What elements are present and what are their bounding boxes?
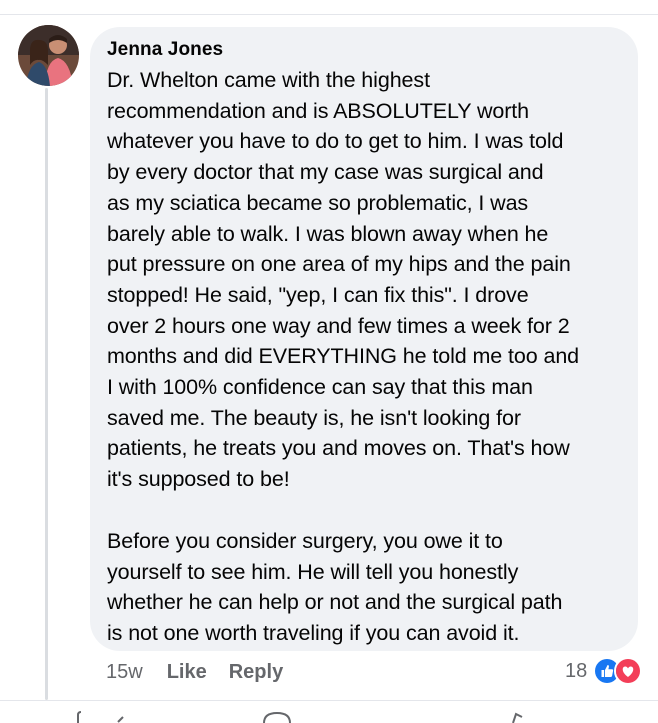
- timestamp[interactable]: 15w: [106, 661, 143, 684]
- bottom-toolbar: [0, 700, 658, 723]
- comment-paragraph-2: Before you consider surgery, you owe it …: [107, 528, 563, 645]
- thread-line: [45, 88, 48, 700]
- comment-actions: 15w Like Reply: [106, 660, 283, 684]
- reactions-summary[interactable]: 18: [565, 657, 643, 685]
- toolbar-icon-4[interactable]: [510, 711, 530, 723]
- like-button[interactable]: Like: [167, 661, 207, 684]
- toolbar-icon-1[interactable]: [74, 711, 94, 723]
- top-divider: [0, 0, 658, 15]
- love-reaction-icon: [614, 657, 643, 685]
- author-name[interactable]: Jenna Jones: [107, 39, 622, 61]
- avatar-photo: [18, 25, 79, 86]
- toolbar-icon-2[interactable]: [115, 711, 135, 723]
- reaction-count: 18: [565, 659, 588, 682]
- reply-button[interactable]: Reply: [229, 661, 283, 684]
- comment-paragraph-1: Dr. Whelton came with the highest recomm…: [107, 68, 580, 492]
- avatar[interactable]: [18, 25, 79, 86]
- toolbar-icon-3[interactable]: [262, 711, 292, 723]
- comment-bubble: Jenna Jones Dr. Whelton came with the hi…: [90, 27, 638, 651]
